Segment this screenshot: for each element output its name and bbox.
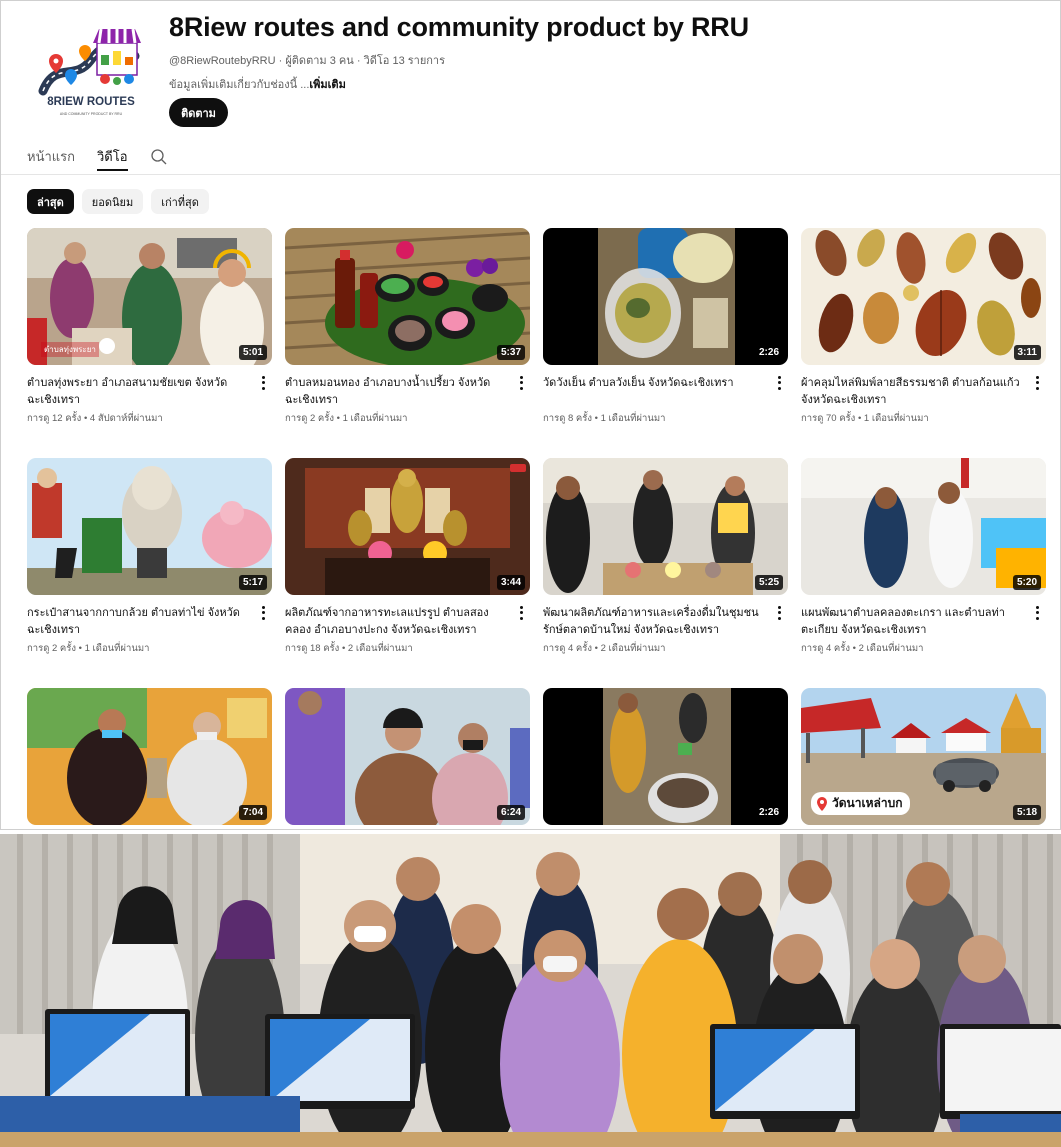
video-duration: 5:37 bbox=[496, 345, 525, 360]
tab-home[interactable]: หน้าแรก bbox=[27, 147, 75, 171]
video-overlay-text: ตำบลทุ่งพระยา bbox=[41, 342, 99, 357]
chip-popular[interactable]: ยอดนิยม bbox=[81, 189, 144, 214]
video-grid: ตำบลทุ่งพระยา 5:01 ตำบลทุ่งพระยา อำเภอสน… bbox=[27, 228, 1047, 829]
video-thumbnail[interactable]: ตำบลทุ่งพระยา 5:01 bbox=[27, 228, 272, 365]
channel-meta: @8RiewRoutebyRRU · ผู้ติดตาม 3 คน · วิดี… bbox=[169, 51, 445, 69]
logo-subtext: AND COMMUNITY PRODUCT BY RRU bbox=[60, 112, 123, 116]
channel-logo[interactable]: 8RIEW ROUTES AND COMMUNITY PRODUCT BY RR… bbox=[35, 21, 147, 121]
more-options-icon[interactable] bbox=[775, 375, 783, 391]
meta-separator: · bbox=[356, 55, 361, 67]
video-duration: 7:04 bbox=[238, 805, 267, 820]
video-meta: การดู 2 ครั้ง • 1 เดือนที่ผ่านมา bbox=[27, 643, 150, 654]
video-meta: การดู 18 ครั้ง • 2 เดือนที่ผ่านมา bbox=[285, 643, 413, 654]
video-thumbnail[interactable]: 2:26 bbox=[543, 688, 788, 825]
video-card[interactable]: 6:24 bbox=[285, 688, 530, 829]
video-card[interactable]: 5:17 กระเป๋าสานจากกาบกล้วย ตำบลท่าไข่ จั… bbox=[27, 458, 272, 688]
video-duration: 3:11 bbox=[1013, 345, 1041, 360]
more-options-icon[interactable] bbox=[1033, 605, 1041, 621]
video-card[interactable]: 3:44 ผลิตภัณฑ์จากอาหารทะเลแปรรูป ตำบลสอง… bbox=[285, 458, 530, 688]
video-thumbnail[interactable]: 5:20 bbox=[801, 458, 1046, 595]
video-duration: 5:01 bbox=[238, 345, 267, 360]
video-thumbnail[interactable]: วัดนาเหล่าบก 5:18 bbox=[801, 688, 1046, 825]
description-text: ข้อมูลเพิ่มเติมเกี่ยวกับช่องนี้ ... bbox=[169, 79, 310, 91]
youtube-channel-screenshot: 8RIEW ROUTES AND COMMUNITY PRODUCT BY RR… bbox=[0, 0, 1061, 830]
video-duration: 3:44 bbox=[496, 575, 525, 590]
video-duration: 5:25 bbox=[754, 575, 783, 590]
video-duration: 2:26 bbox=[754, 345, 783, 360]
more-options-icon[interactable] bbox=[259, 605, 267, 621]
meta-separator: · bbox=[278, 55, 283, 67]
video-thumbnail[interactable]: 3:44 bbox=[285, 458, 530, 595]
video-title[interactable]: ผ้าคลุมไหล่พิมพ์ลายสีธรรมชาติ ตำบลก้อนแก… bbox=[801, 375, 1026, 409]
video-title[interactable]: พัฒนาผลิตภัณฑ์อาหารและเครื่องดื่มในชุมชน… bbox=[543, 605, 768, 639]
video-count: วิดีโอ 13 รายการ bbox=[363, 55, 446, 67]
video-thumbnail[interactable]: 7:04 bbox=[27, 688, 272, 825]
group-photo bbox=[0, 834, 1061, 1147]
video-card[interactable]: ตำบลทุ่งพระยา 5:01 ตำบลทุ่งพระยา อำเภอสน… bbox=[27, 228, 272, 458]
video-meta: การดู 4 ครั้ง • 2 เดือนที่ผ่านมา bbox=[801, 643, 924, 654]
video-duration: 5:20 bbox=[1012, 575, 1041, 590]
search-icon[interactable] bbox=[150, 148, 168, 166]
chip-latest[interactable]: ล่าสุด bbox=[27, 189, 74, 214]
video-card[interactable]: 5:37 ตำบลหมอนทอง อำเภอบางน้ำเปรี้ยว จังห… bbox=[285, 228, 530, 458]
video-card[interactable]: 2:26 วัดวังเย็น ตำบลวังเย็น จังหวัดฉะเชิ… bbox=[543, 228, 788, 458]
video-duration: 2:26 bbox=[754, 805, 783, 820]
video-title[interactable]: แผนพัฒนาตำบลคลองตะเกรา และตำบลท่าตะเกียบ… bbox=[801, 605, 1026, 639]
sort-chips: ล่าสุด ยอดนิยม เก่าที่สุด bbox=[27, 189, 217, 214]
video-card[interactable]: 2:26 bbox=[543, 688, 788, 829]
video-duration: 6:24 bbox=[496, 805, 525, 820]
location-text: วัดนาเหล่าบก bbox=[832, 796, 903, 810]
more-options-icon[interactable] bbox=[259, 375, 267, 391]
video-thumbnail[interactable]: 5:17 bbox=[27, 458, 272, 595]
channel-tabs: หน้าแรก วิดีโอ bbox=[27, 147, 168, 171]
video-thumbnail[interactable]: 6:24 bbox=[285, 688, 530, 825]
more-options-icon[interactable] bbox=[775, 605, 783, 621]
channel-handle: @8RiewRoutebyRRU bbox=[169, 55, 276, 67]
video-meta: การดู 4 ครั้ง • 2 เดือนที่ผ่านมา bbox=[543, 643, 666, 654]
video-card[interactable]: 3:11 ผ้าคลุมไหล่พิมพ์ลายสีธรรมชาติ ตำบลก… bbox=[801, 228, 1046, 458]
tab-videos[interactable]: วิดีโอ bbox=[97, 147, 128, 171]
video-meta: การดู 70 ครั้ง • 1 เดือนที่ผ่านมา bbox=[801, 413, 929, 424]
video-title[interactable]: ตำบลทุ่งพระยา อำเภอสนามชัยเขต จังหวัดฉะเ… bbox=[27, 375, 252, 409]
channel-description[interactable]: ข้อมูลเพิ่มเติมเกี่ยวกับช่องนี้ ...เพิ่ม… bbox=[169, 75, 346, 93]
video-card[interactable]: วัดนาเหล่าบก 5:18 bbox=[801, 688, 1046, 829]
location-pin-icon bbox=[817, 796, 827, 811]
video-thumbnail[interactable]: 5:25 bbox=[543, 458, 788, 595]
tabs-divider bbox=[1, 174, 1060, 175]
subscriber-count: ผู้ติดตาม 3 คน bbox=[285, 55, 354, 67]
more-options-icon[interactable] bbox=[1033, 375, 1041, 391]
video-meta: การดู 8 ครั้ง • 1 เดือนที่ผ่านมา bbox=[543, 413, 666, 424]
video-card[interactable]: 7:04 bbox=[27, 688, 272, 829]
more-link[interactable]: เพิ่มเติม bbox=[309, 79, 345, 91]
video-card[interactable]: 5:25 พัฒนาผลิตภัณฑ์อาหารและเครื่องดื่มใน… bbox=[543, 458, 788, 688]
video-thumbnail[interactable]: 3:11 bbox=[801, 228, 1046, 365]
video-title[interactable]: กระเป๋าสานจากกาบกล้วย ตำบลท่าไข่ จังหวัด… bbox=[27, 605, 252, 639]
video-title[interactable]: ตำบลหมอนทอง อำเภอบางน้ำเปรี้ยว จังหวัดฉะ… bbox=[285, 375, 510, 409]
video-thumbnail[interactable]: 5:37 bbox=[285, 228, 530, 365]
video-card[interactable]: 5:20 แผนพัฒนาตำบลคลองตะเกรา และตำบลท่าตะ… bbox=[801, 458, 1046, 688]
chip-oldest[interactable]: เก่าที่สุด bbox=[151, 189, 209, 214]
video-title[interactable]: ผลิตภัณฑ์จากอาหารทะเลแปรรูป ตำบลสองคลอง … bbox=[285, 605, 510, 639]
video-meta: การดู 12 ครั้ง • 4 สัปดาห์ที่ผ่านมา bbox=[27, 413, 163, 424]
video-thumbnail[interactable]: 2:26 bbox=[543, 228, 788, 365]
location-badge: วัดนาเหล่าบก bbox=[811, 792, 911, 815]
video-duration: 5:17 bbox=[238, 575, 267, 590]
logo-text: 8RIEW ROUTES bbox=[47, 96, 135, 108]
channel-title: 8Riew routes and community product by RR… bbox=[169, 12, 749, 42]
more-options-icon[interactable] bbox=[517, 375, 525, 391]
video-title[interactable]: วัดวังเย็น ตำบลวังเย็น จังหวัดฉะเชิงเทรา bbox=[543, 375, 768, 392]
video-duration: 5:18 bbox=[1012, 805, 1041, 820]
video-meta: การดู 2 ครั้ง • 1 เดือนที่ผ่านมา bbox=[285, 413, 408, 424]
more-options-icon[interactable] bbox=[517, 605, 525, 621]
subscribe-button[interactable]: ติดตาม bbox=[169, 98, 228, 127]
